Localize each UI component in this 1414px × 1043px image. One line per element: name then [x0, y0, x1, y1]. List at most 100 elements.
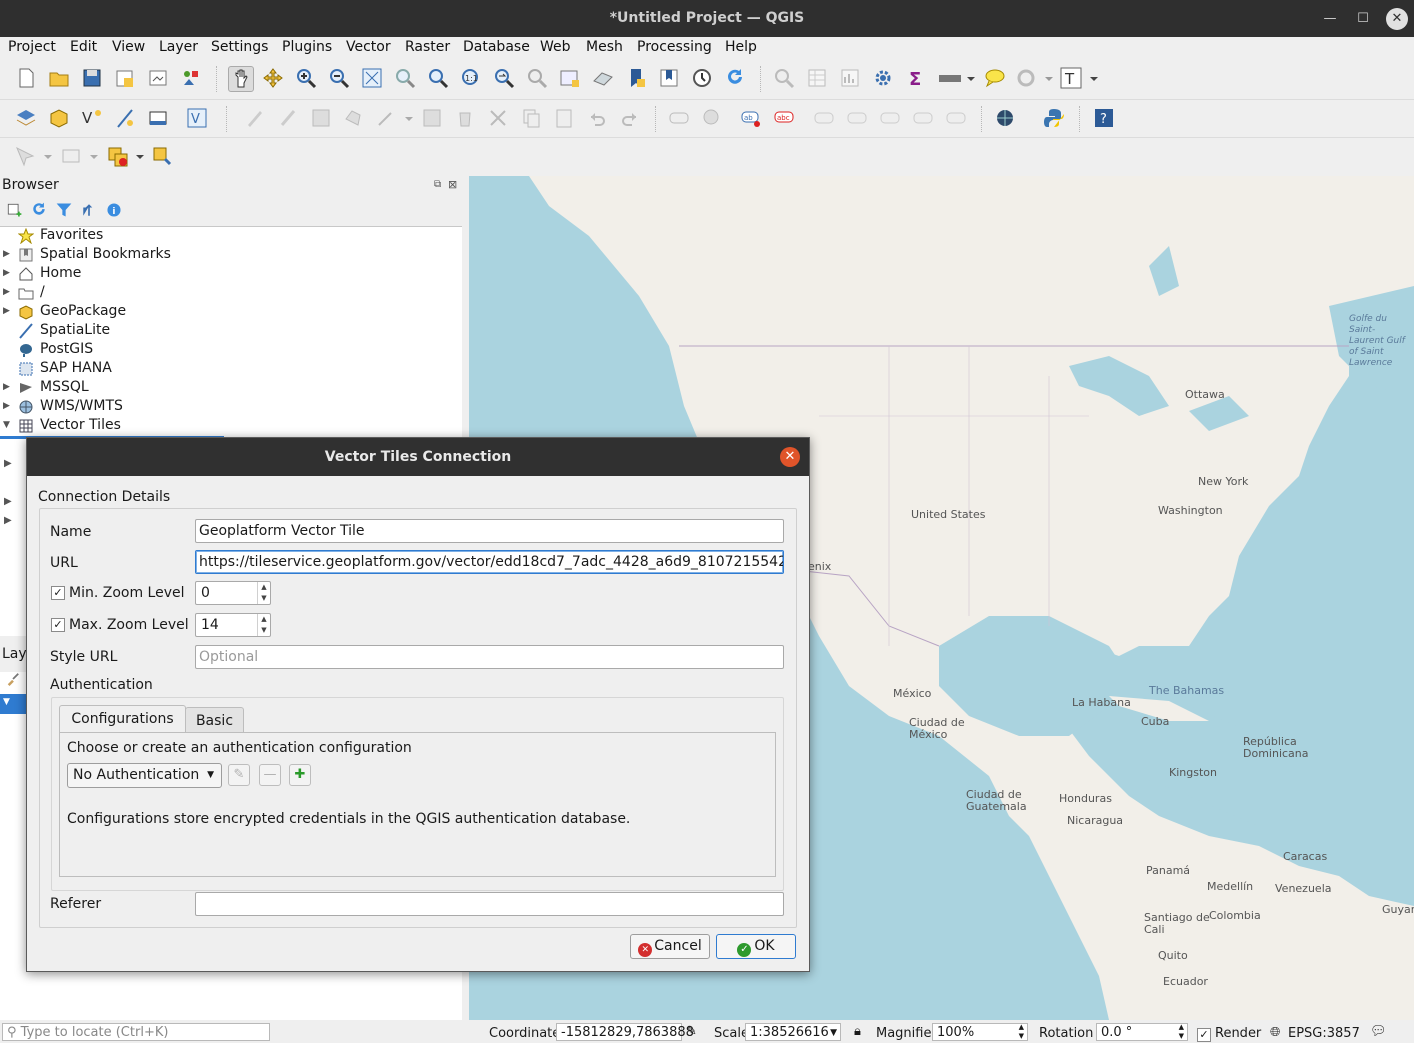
- toggle-editing-icon[interactable]: [276, 106, 300, 130]
- undock-panel-icon[interactable]: ⧉: [434, 179, 441, 190]
- annotation-icon[interactable]: [1015, 66, 1055, 90]
- pan-to-selection-icon[interactable]: [261, 66, 285, 90]
- tree-item-sap-hana[interactable]: SAP HANA: [0, 360, 462, 379]
- zoom-full-icon[interactable]: [360, 66, 384, 90]
- quickmapservices-icon[interactable]: [993, 106, 1017, 130]
- referer-input[interactable]: [195, 892, 784, 916]
- new-spatialite-icon[interactable]: [113, 106, 137, 130]
- save-as-icon[interactable]: [113, 66, 137, 90]
- label-properties-icon[interactable]: [944, 106, 968, 130]
- save-project-icon[interactable]: [80, 66, 104, 90]
- data-source-manager-icon[interactable]: [14, 106, 38, 130]
- label-tool-icon[interactable]: [667, 106, 691, 130]
- menu-database[interactable]: Database: [463, 39, 530, 55]
- spinner-arrows-icon[interactable]: ▲ ▼: [257, 614, 270, 636]
- rotate-label-icon[interactable]: [878, 106, 902, 130]
- temporal-controller-icon[interactable]: [690, 66, 714, 90]
- dialog-close-icon[interactable]: ✕: [780, 447, 800, 467]
- maximize-button[interactable]: ☐: [1352, 8, 1374, 30]
- refresh-icon[interactable]: [723, 66, 747, 90]
- filter-browser-icon[interactable]: [55, 201, 73, 219]
- select-location-icon[interactable]: [150, 144, 174, 168]
- expand-arrow-icon[interactable]: ▶: [3, 382, 10, 392]
- print-layout-icon[interactable]: [146, 66, 170, 90]
- sum-icon[interactable]: Σ: [904, 66, 928, 90]
- menu-settings[interactable]: Settings: [211, 39, 268, 55]
- tab-basic[interactable]: Basic: [185, 707, 244, 733]
- vertex-tool-icon[interactable]: [375, 106, 415, 130]
- zoom-out-icon[interactable]: [327, 66, 351, 90]
- copy-icon[interactable]: [519, 106, 543, 130]
- add-feature-icon[interactable]: [342, 106, 366, 130]
- cancel-button[interactable]: ✕ Cancel: [630, 934, 710, 959]
- deselect-features-icon[interactable]: [106, 144, 146, 168]
- select-by-value-icon[interactable]: [60, 144, 100, 168]
- collapse-arrow-icon[interactable]: ▼: [3, 420, 10, 430]
- tree-item-home[interactable]: ▶ Home: [0, 265, 462, 284]
- save-edits-icon[interactable]: [309, 106, 333, 130]
- new-shapefile-icon[interactable]: V: [80, 106, 104, 130]
- current-edits-icon[interactable]: [243, 106, 267, 130]
- menu-processing[interactable]: Processing: [637, 39, 712, 55]
- zoom-last-icon[interactable]: [492, 66, 516, 90]
- redo-icon[interactable]: [618, 106, 642, 130]
- expand-arrow-icon[interactable]: ▶: [3, 306, 10, 316]
- tree-item-favorites[interactable]: Favorites: [0, 227, 462, 246]
- tree-item-spatialite[interactable]: SpatiaLite: [0, 322, 462, 341]
- close-panel-icon[interactable]: ⊠: [448, 178, 457, 191]
- auth-config-select[interactable]: No Authentication ▼: [67, 763, 222, 788]
- tree-item-root[interactable]: ▶ /: [0, 284, 462, 303]
- settings-gear-icon[interactable]: [871, 66, 895, 90]
- render-checkbox[interactable]: ✓: [1197, 1028, 1211, 1042]
- statistics-icon[interactable]: [838, 66, 862, 90]
- zoom-selection-icon[interactable]: [393, 66, 417, 90]
- menu-raster[interactable]: Raster: [405, 39, 450, 55]
- new-temp-layer-icon[interactable]: V: [185, 106, 209, 130]
- ok-button[interactable]: ✓ OK: [716, 934, 796, 959]
- zoom-in-icon[interactable]: [294, 66, 318, 90]
- menu-web[interactable]: Web: [540, 39, 571, 55]
- new-bookmark-icon[interactable]: [624, 66, 648, 90]
- min-zoom-spinbox[interactable]: 0 ▲ ▼: [195, 581, 271, 605]
- open-project-icon[interactable]: [47, 66, 71, 90]
- new-3d-map-icon[interactable]: [591, 66, 615, 90]
- tree-item-wms-wmts[interactable]: ▶ WMS/WMTS: [0, 398, 462, 417]
- edit-config-icon[interactable]: ✎: [228, 764, 250, 786]
- new-map-view-icon[interactable]: [558, 66, 582, 90]
- show-hide-labels-icon[interactable]: [812, 106, 836, 130]
- paste-icon[interactable]: [552, 106, 576, 130]
- attribute-table-icon[interactable]: [805, 66, 829, 90]
- spinner-arrows-icon[interactable]: ▲ ▼: [257, 582, 270, 604]
- toggle-extents-icon[interactable]: ✎: [686, 1024, 697, 1039]
- locator-search-input[interactable]: ⚲ Type to locate (Ctrl+K): [2, 1023, 270, 1041]
- style-brush-icon[interactable]: [6, 672, 20, 686]
- highlight-pinned-labels-icon[interactable]: ab: [739, 106, 763, 130]
- undo-icon[interactable]: [585, 106, 609, 130]
- delete-selected-icon[interactable]: [453, 106, 477, 130]
- max-zoom-checkbox[interactable]: ✓: [51, 618, 65, 632]
- magnifier-field[interactable]: 100% ▲ ▼: [932, 1023, 1028, 1041]
- menu-layer[interactable]: Layer: [159, 39, 198, 55]
- messages-icon[interactable]: 💬︎: [1370, 1024, 1387, 1039]
- name-input[interactable]: Geoplatform Vector Tile: [195, 519, 784, 543]
- tree-item-vector-tiles[interactable]: ▼ Vector Tiles: [0, 417, 462, 436]
- zoom-layer-icon[interactable]: [426, 66, 450, 90]
- collapse-all-icon[interactable]: [80, 201, 98, 219]
- move-label-icon[interactable]: [845, 106, 869, 130]
- measure-icon[interactable]: [937, 66, 977, 90]
- text-annotation-icon[interactable]: T: [1060, 66, 1100, 90]
- expand-arrow-icon[interactable]: ▶: [3, 268, 10, 278]
- lock-scale-icon[interactable]: 🔒︎: [854, 1024, 861, 1039]
- tree-item-spatial-bookmarks[interactable]: ▶ Spatial Bookmarks: [0, 246, 462, 265]
- zoom-next-icon[interactable]: [525, 66, 549, 90]
- refresh-browser-icon[interactable]: [30, 201, 48, 219]
- pin-labels-icon[interactable]: abc: [772, 106, 796, 130]
- diagram-tool-icon[interactable]: [700, 106, 724, 130]
- remove-config-icon[interactable]: —: [259, 764, 281, 786]
- new-geopackage-icon[interactable]: [47, 106, 71, 130]
- menu-edit[interactable]: Edit: [70, 39, 97, 55]
- menu-vector[interactable]: Vector: [346, 39, 391, 55]
- rotation-field[interactable]: 0.0 ° ▲ ▼: [1096, 1023, 1188, 1041]
- menu-project[interactable]: Project: [8, 39, 56, 55]
- menu-view[interactable]: View: [112, 39, 145, 55]
